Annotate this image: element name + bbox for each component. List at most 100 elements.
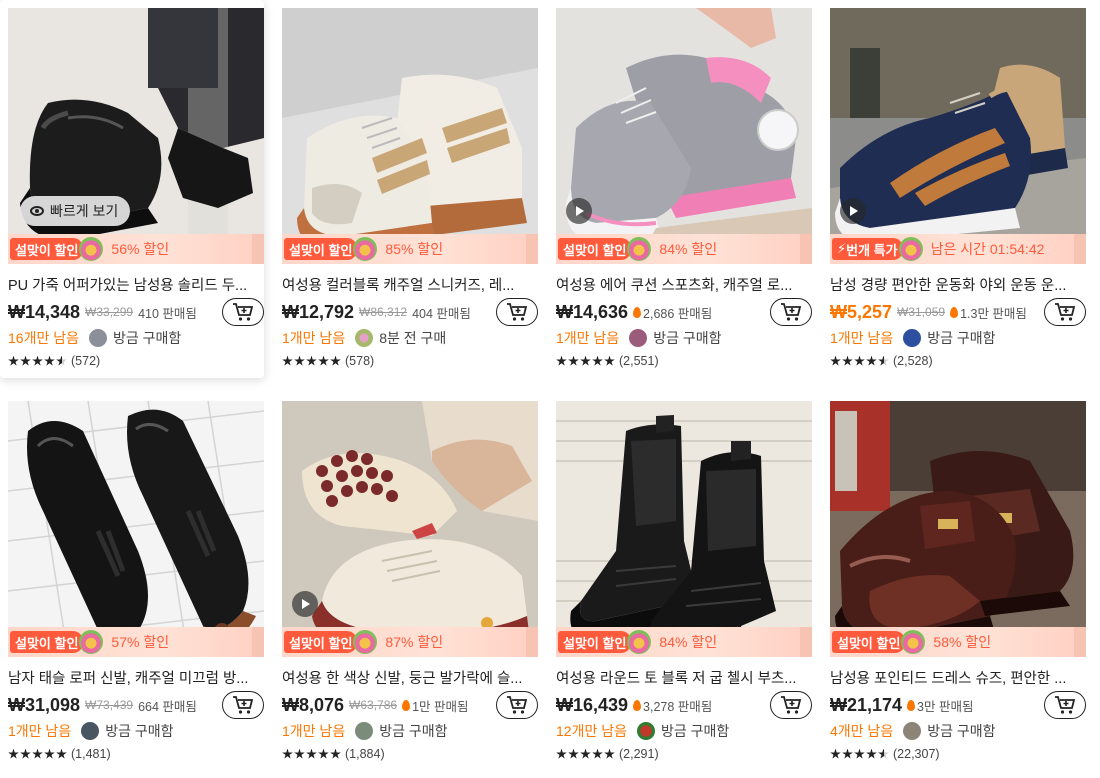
product-image[interactable]: 설맞이 할인 85% 할인 bbox=[282, 8, 538, 264]
add-to-cart-button[interactable] bbox=[770, 298, 812, 326]
star-icon bbox=[866, 748, 877, 759]
rating-row: (22,307) bbox=[830, 746, 940, 762]
add-to-cart-button[interactable] bbox=[496, 298, 538, 326]
product-title[interactable]: 여성용 한 색상 신발, 둥근 발가락에 슬... bbox=[282, 667, 538, 688]
star-icon bbox=[854, 748, 865, 759]
star-rating bbox=[282, 355, 341, 367]
flower-icon bbox=[79, 630, 104, 654]
meta-row: 12개만 남음 방금 구매함 bbox=[556, 721, 812, 741]
promo-banner: 설맞이 할인 84% 할인 bbox=[556, 234, 812, 264]
product-image[interactable]: 설맞이 할인 87% 할인 bbox=[282, 401, 538, 657]
cart-plus-icon bbox=[507, 696, 528, 714]
star-icon bbox=[556, 748, 567, 759]
star-icon bbox=[282, 355, 293, 366]
stock-left: 1개만 남음 bbox=[282, 330, 346, 346]
recent-buyer: 방금 구매함 bbox=[112, 330, 182, 346]
product-title[interactable]: 여성용 라운드 토 블록 저 굽 첼시 부츠... bbox=[556, 667, 812, 688]
star-rating bbox=[8, 748, 67, 760]
product-title[interactable]: 남성용 포인티드 드레스 슈즈, 편안한 ... bbox=[830, 667, 1086, 688]
flame-icon bbox=[907, 699, 916, 711]
countdown-text: 남은 시간 01:54:42 bbox=[930, 241, 1045, 257]
stock-left: 1개만 남음 bbox=[8, 723, 72, 739]
add-to-cart-button[interactable] bbox=[222, 298, 264, 326]
price: ₩12,792 bbox=[282, 301, 355, 322]
product-card[interactable]: 설맞이 할인 84% 할인 여성용 에어 쿠션 스포츠화, 캐주얼 로... ₩… bbox=[548, 0, 812, 378]
add-to-cart-button[interactable] bbox=[496, 691, 538, 719]
sold-count: 3,278 판매됨 bbox=[643, 699, 713, 714]
star-icon bbox=[318, 355, 329, 366]
star-icon bbox=[20, 748, 31, 759]
recent-buyer: 방금 구매함 bbox=[379, 723, 448, 739]
product-image[interactable]: 설맞이 할인 84% 할인 bbox=[556, 8, 812, 264]
star-icon bbox=[44, 748, 55, 759]
review-count: (1,884) bbox=[345, 747, 385, 761]
add-to-cart-button[interactable] bbox=[770, 691, 812, 719]
promo-tag: 설맞이 할인 bbox=[832, 631, 906, 653]
quick-view-button[interactable]: 빠르게 보기 bbox=[20, 196, 131, 226]
price: ₩31,098 bbox=[8, 694, 81, 715]
promo-tag: 설맞이 할인 bbox=[10, 631, 84, 653]
product-card[interactable]: 설맞이 할인 57% 할인 남자 태슬 로퍼 신발, 캐주얼 미끄럼 방... … bbox=[0, 393, 264, 771]
rating-row: (2,291) bbox=[556, 746, 659, 762]
play-video-button[interactable] bbox=[292, 591, 318, 617]
cart-plus-icon bbox=[233, 303, 254, 321]
cart-plus-icon bbox=[507, 303, 528, 321]
flower-icon bbox=[353, 237, 378, 261]
product-title[interactable]: 남성 경량 편안한 운동화 야외 운동 운... bbox=[830, 274, 1086, 295]
flower-icon bbox=[627, 237, 652, 261]
promo-text: 84% 할인 bbox=[659, 634, 718, 650]
promo-edge bbox=[252, 234, 264, 264]
product-card[interactable]: 설맞이 할인 85% 할인 여성용 컬러블록 캐주얼 스니커즈, 레... ₩1… bbox=[274, 0, 538, 378]
meta-row: 1개만 남음 방금 구매함 bbox=[8, 721, 264, 741]
product-image[interactable]: ⚡ 번개 특가 남은 시간 01:54:42 bbox=[830, 8, 1086, 264]
stock-left: 4개만 남음 bbox=[830, 723, 894, 739]
product-card[interactable]: ⚡ 번개 특가 남은 시간 01:54:42 남성 경량 편안한 운동화 야외 운… bbox=[822, 0, 1086, 378]
play-video-button[interactable] bbox=[566, 198, 592, 224]
recent-buyer: 방금 구매함 bbox=[927, 723, 996, 739]
product-card[interactable]: 설맞이 할인 87% 할인 여성용 한 색상 신발, 둥근 발가락에 슬... … bbox=[274, 393, 538, 771]
play-video-button[interactable] bbox=[840, 198, 866, 224]
product-image[interactable]: 빠르게 보기 설맞이 할인 56% 할인 bbox=[8, 8, 264, 264]
price-row: ₩31,098 ₩73,439 664 판매됨 bbox=[8, 691, 264, 719]
price: ₩8,076 bbox=[282, 694, 345, 715]
avatar bbox=[636, 722, 655, 740]
product-image[interactable]: 설맞이 할인 58% 할인 bbox=[830, 401, 1086, 657]
recent-buyer: 방금 구매함 bbox=[927, 330, 996, 346]
product-title[interactable]: 여성용 컬러블록 캐주얼 스니커즈, 레... bbox=[282, 274, 538, 295]
star-icon bbox=[8, 748, 19, 759]
star-icon bbox=[330, 355, 341, 366]
star-rating bbox=[556, 748, 615, 760]
flower-icon bbox=[627, 630, 652, 654]
product-title[interactable]: 남자 태슬 로퍼 신발, 캐주얼 미끄럼 방... bbox=[8, 667, 264, 688]
cart-plus-icon bbox=[1055, 303, 1076, 321]
star-icon bbox=[330, 748, 341, 759]
flower-icon bbox=[898, 237, 923, 261]
rating-row: (2,551) bbox=[556, 353, 659, 369]
product-title[interactable]: 여성용 에어 쿠션 스포츠화, 캐주얼 로... bbox=[556, 274, 812, 295]
add-to-cart-button[interactable] bbox=[1044, 691, 1086, 719]
price: ₩16,439 bbox=[556, 694, 629, 715]
product-card[interactable]: 빠르게 보기 설맞이 할인 56% 할인 PU 가죽 어퍼가있는 남성용 솔리드… bbox=[0, 0, 264, 378]
sold-count: 410 판매됨 bbox=[138, 306, 197, 321]
star-icon bbox=[592, 748, 603, 759]
product-card[interactable]: 설맞이 할인 58% 할인 남성용 포인티드 드레스 슈즈, 편안한 ... ₩… bbox=[822, 393, 1086, 771]
star-icon bbox=[568, 355, 579, 366]
star-icon bbox=[842, 355, 853, 366]
product-image[interactable]: 설맞이 할인 57% 할인 bbox=[8, 401, 264, 657]
stock-left: 12개만 남음 bbox=[556, 723, 627, 739]
promo-banner: 설맞이 할인 56% 할인 bbox=[8, 234, 264, 264]
tassel-loafer-black-icon bbox=[8, 401, 264, 657]
recent-buyer: 방금 구매함 bbox=[660, 723, 730, 739]
rating-row: (1,884) bbox=[282, 746, 385, 762]
product-title[interactable]: PU 가죽 어퍼가있는 남성용 솔리드 두... bbox=[8, 274, 264, 295]
rating-row: (2,528) bbox=[830, 353, 933, 369]
add-to-cart-button[interactable] bbox=[1044, 298, 1086, 326]
promo-edge bbox=[800, 627, 812, 657]
add-to-cart-button[interactable] bbox=[222, 691, 264, 719]
meta-row: 4개만 남음 방금 구매함 bbox=[830, 721, 1086, 741]
promo-edge bbox=[526, 234, 538, 264]
price-row: ₩16,439 3,278 판매됨 bbox=[556, 691, 812, 719]
product-card[interactable]: 설맞이 할인 84% 할인 여성용 라운드 토 블록 저 굽 첼시 부츠... … bbox=[548, 393, 812, 771]
promo-tag: 설맞이 할인 bbox=[558, 238, 632, 260]
product-image[interactable]: 설맞이 할인 84% 할인 bbox=[556, 401, 812, 657]
